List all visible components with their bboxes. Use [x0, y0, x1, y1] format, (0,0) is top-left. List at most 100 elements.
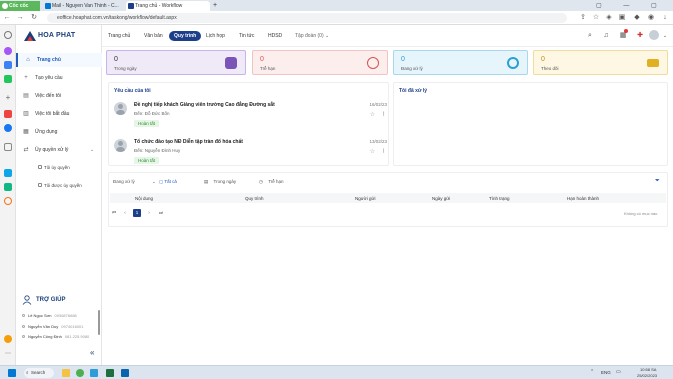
filter-today[interactable]: ▤ Trong ngày [204, 179, 236, 185]
messenger-icon[interactable] [4, 47, 12, 55]
prev-page-button[interactable]: ‹ [121, 209, 129, 217]
browser-tab-active[interactable]: Trang chủ - Workflow [126, 1, 210, 11]
first-page-button[interactable]: ⏮ [110, 209, 118, 217]
app-icon[interactable] [90, 369, 98, 377]
taskbar-search[interactable]: ⌕ Search [24, 368, 54, 378]
bell-icon[interactable]: ♫ [602, 32, 610, 40]
address-bar-row: ← → ↻ eoffice.hoaphat.com.vn/taskong/wor… [0, 11, 673, 25]
topnav-item-workflow[interactable]: Quy trình [169, 31, 202, 41]
search-icon[interactable]: ⌕ [586, 32, 594, 40]
list-item[interactable]: Tổ chức đào tạo NĐ Diễn tập tràn đổ hóa … [114, 135, 389, 169]
sidebar-item-apps[interactable]: ▦ Ứng dụng [16, 125, 102, 139]
app-icon[interactable] [4, 197, 12, 205]
topnav-item-guide[interactable]: HDSD [268, 31, 282, 41]
clock-time[interactable]: 10:58 SA [640, 367, 656, 372]
stat-card-late[interactable]: 0 Trễ hạn [252, 50, 388, 75]
sidebar-scrollbar[interactable] [98, 310, 100, 335]
stat-card-follow[interactable]: 0 Theo dõi [533, 50, 668, 75]
tray-chevron-icon[interactable]: ⌃ [590, 369, 594, 375]
outlook-icon[interactable] [121, 369, 129, 377]
column-header[interactable]: Quy trình [245, 196, 264, 201]
new-tab-button[interactable]: + [211, 1, 221, 11]
chevron-down-icon: ⌄ [152, 179, 156, 184]
forward-icon[interactable]: → [16, 14, 24, 22]
app-icon[interactable] [4, 183, 12, 191]
topnav-item-meetings[interactable]: Lịch họp [206, 31, 225, 41]
chevron-down-icon[interactable]: ⌄ [661, 32, 669, 40]
stat-card-processing[interactable]: 0 Đang xử lý [393, 50, 528, 75]
delegate-icon: ⇄ [23, 147, 29, 153]
reload-icon[interactable]: ↻ [30, 14, 38, 22]
avatar[interactable] [649, 30, 659, 40]
collapse-sidebar-icon[interactable]: « [90, 348, 94, 357]
history-icon[interactable] [4, 31, 12, 39]
stat-label: Trễ hạn [260, 66, 276, 71]
attachment-icon[interactable]: ⌇ [382, 111, 385, 118]
column-header[interactable]: Tình trạng [489, 196, 510, 201]
browser-tab-bar: Cốc cốc Mail - Nguyen Van Thinh - C... T… [0, 0, 673, 11]
clock-date[interactable]: 25/02/2023 [637, 373, 657, 378]
star-icon[interactable]: ☆ [370, 148, 375, 155]
current-page-button[interactable]: 1 [133, 209, 141, 217]
file-explorer-icon[interactable] [62, 369, 70, 377]
stat-card-today[interactable]: 0 Trong ngày [106, 50, 246, 75]
browser-icon[interactable] [76, 369, 84, 377]
add-icon[interactable]: + [4, 94, 12, 102]
sidebar-item-incoming-tasks[interactable]: ▤ Việc đến tôi [16, 89, 102, 103]
column-header[interactable]: Nội dung [135, 196, 153, 201]
game-icon[interactable] [4, 75, 12, 83]
chart-icon[interactable] [4, 61, 12, 69]
excel-icon[interactable] [106, 369, 114, 377]
shield-icon[interactable]: ◈ [605, 14, 613, 22]
network-icon[interactable]: ▭ [616, 369, 621, 375]
flag-icon[interactable]: ✚ [636, 32, 644, 40]
extension-icon[interactable]: ▣ [618, 14, 626, 22]
column-header[interactable]: Hạn hoàn thành [567, 196, 599, 201]
facebook-icon[interactable] [4, 124, 12, 132]
collections-icon[interactable]: ◆ [633, 14, 641, 22]
youtube-icon[interactable] [4, 110, 12, 118]
language-indicator[interactable]: ENG [601, 370, 611, 375]
sidebar-item-delegation[interactable]: ⇄ Ủy quyền xử lý ⌄ [16, 143, 102, 157]
filter-funnel-icon[interactable]: ⏷ [655, 178, 660, 185]
topnav-item-home[interactable]: Trang chủ [108, 31, 130, 41]
window-controls[interactable]: ▢ — ▢ ✕ [596, 2, 673, 9]
back-icon[interactable]: ← [3, 14, 11, 22]
browser-tab[interactable]: Mail - Nguyen Van Thinh - C... [43, 1, 123, 11]
profile-icon[interactable]: ◉ [647, 14, 655, 22]
share-icon[interactable]: ⇪ [579, 14, 587, 22]
sidebar-item-label: Trang chủ [37, 57, 61, 63]
status-filter-select[interactable]: Đang xử lý ⌄ [113, 179, 156, 185]
logo[interactable]: HOA PHAT [24, 31, 75, 41]
more-icon[interactable]: ⋯ [4, 350, 12, 358]
list-item[interactable]: Đề nghị tiếp khách Giảng viên trường Cao… [114, 98, 389, 132]
sidebar-item-create-request[interactable]: + Tạo yêu cầu [16, 71, 102, 85]
coccoc-icon [2, 3, 8, 9]
windows-start-icon[interactable] [8, 369, 16, 377]
topnav-item-group[interactable]: Tập đoàn (0) ⌄ [295, 31, 329, 41]
filter-late[interactable]: ◷ Trễ hạn [259, 179, 284, 185]
attachment-icon[interactable]: ⌇ [382, 148, 385, 155]
url-field[interactable]: eoffice.hoaphat.com.vn/taskong/workflow/… [47, 13, 567, 23]
sidebar-item-started-tasks[interactable]: ▥ Việc tôi bắt đầu [16, 107, 102, 121]
column-header[interactable]: Ngày gửi [432, 196, 450, 201]
calendar-icon[interactable]: ▦ [619, 32, 627, 40]
sidebar-item-label: Ứng dụng [35, 129, 58, 135]
column-header[interactable]: Người gửi [355, 196, 375, 201]
sidebar-item-home[interactable]: ⌂ Trang chủ [16, 53, 102, 67]
topnav-item-news[interactable]: Tin tức [239, 31, 254, 41]
filter-all[interactable]: ▢ Tất cả [159, 179, 177, 185]
notification-icon[interactable] [4, 335, 12, 343]
next-page-button[interactable]: › [145, 209, 153, 217]
sidebar-subitem-delegated-to-me[interactable]: Tôi được ủy quyền [38, 183, 82, 188]
sidebar-subitem-i-delegate[interactable]: Tôi ủy quyền [38, 165, 70, 170]
download-icon[interactable]: ↓ [661, 14, 669, 22]
star-icon[interactable]: ☆ [592, 14, 600, 22]
office-icon[interactable] [4, 169, 12, 177]
star-icon[interactable]: ☆ [370, 111, 375, 118]
last-page-button[interactable]: ⏭ [157, 209, 165, 217]
document-icon[interactable] [4, 143, 12, 151]
stat-label: Trong ngày [114, 66, 137, 71]
browser-tab[interactable]: Cốc cốc [0, 1, 40, 11]
topnav-item-documents[interactable]: Văn bản [144, 31, 163, 41]
